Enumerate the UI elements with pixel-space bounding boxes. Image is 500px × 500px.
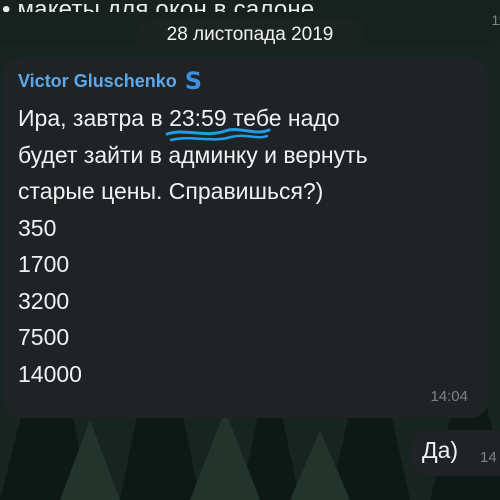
message-line: Ира, завтра в 23:59 тебе надо xyxy=(18,100,478,142)
sender-row: Victor Gluschenko S xyxy=(18,69,202,93)
underline-scribble-icon xyxy=(165,128,271,142)
reply-bubble[interactable]: Да) 14 xyxy=(410,430,500,476)
price-line: 7500 xyxy=(18,324,70,350)
price-line: 3200 xyxy=(18,287,70,314)
price-line: 14000 xyxy=(18,360,82,387)
reply-text: Да) xyxy=(422,437,459,463)
price-line: 350 xyxy=(18,214,57,241)
message-bubble[interactable]: Victor Gluschenko S Ира, завтра в 23:59 … xyxy=(2,58,488,418)
message-time: 14:04 xyxy=(430,388,468,405)
message-line: старые цены. Справишься?) xyxy=(18,178,324,204)
previous-message-time: 11 xyxy=(491,12,500,28)
s-badge-icon: S xyxy=(184,67,203,95)
price-line: 1700 xyxy=(18,251,70,277)
message-text: Ира, завтра в 23:59 тебе надо будет зайт… xyxy=(18,100,478,392)
message-text-part: Ира, завтра в xyxy=(18,105,170,131)
sender-name[interactable]: Victor Gluschenko xyxy=(18,71,177,92)
highlighted-time: 23:59 xyxy=(165,105,271,142)
reply-time: 14 xyxy=(480,449,497,466)
date-separator: 28 листопада 2019 xyxy=(136,20,364,50)
